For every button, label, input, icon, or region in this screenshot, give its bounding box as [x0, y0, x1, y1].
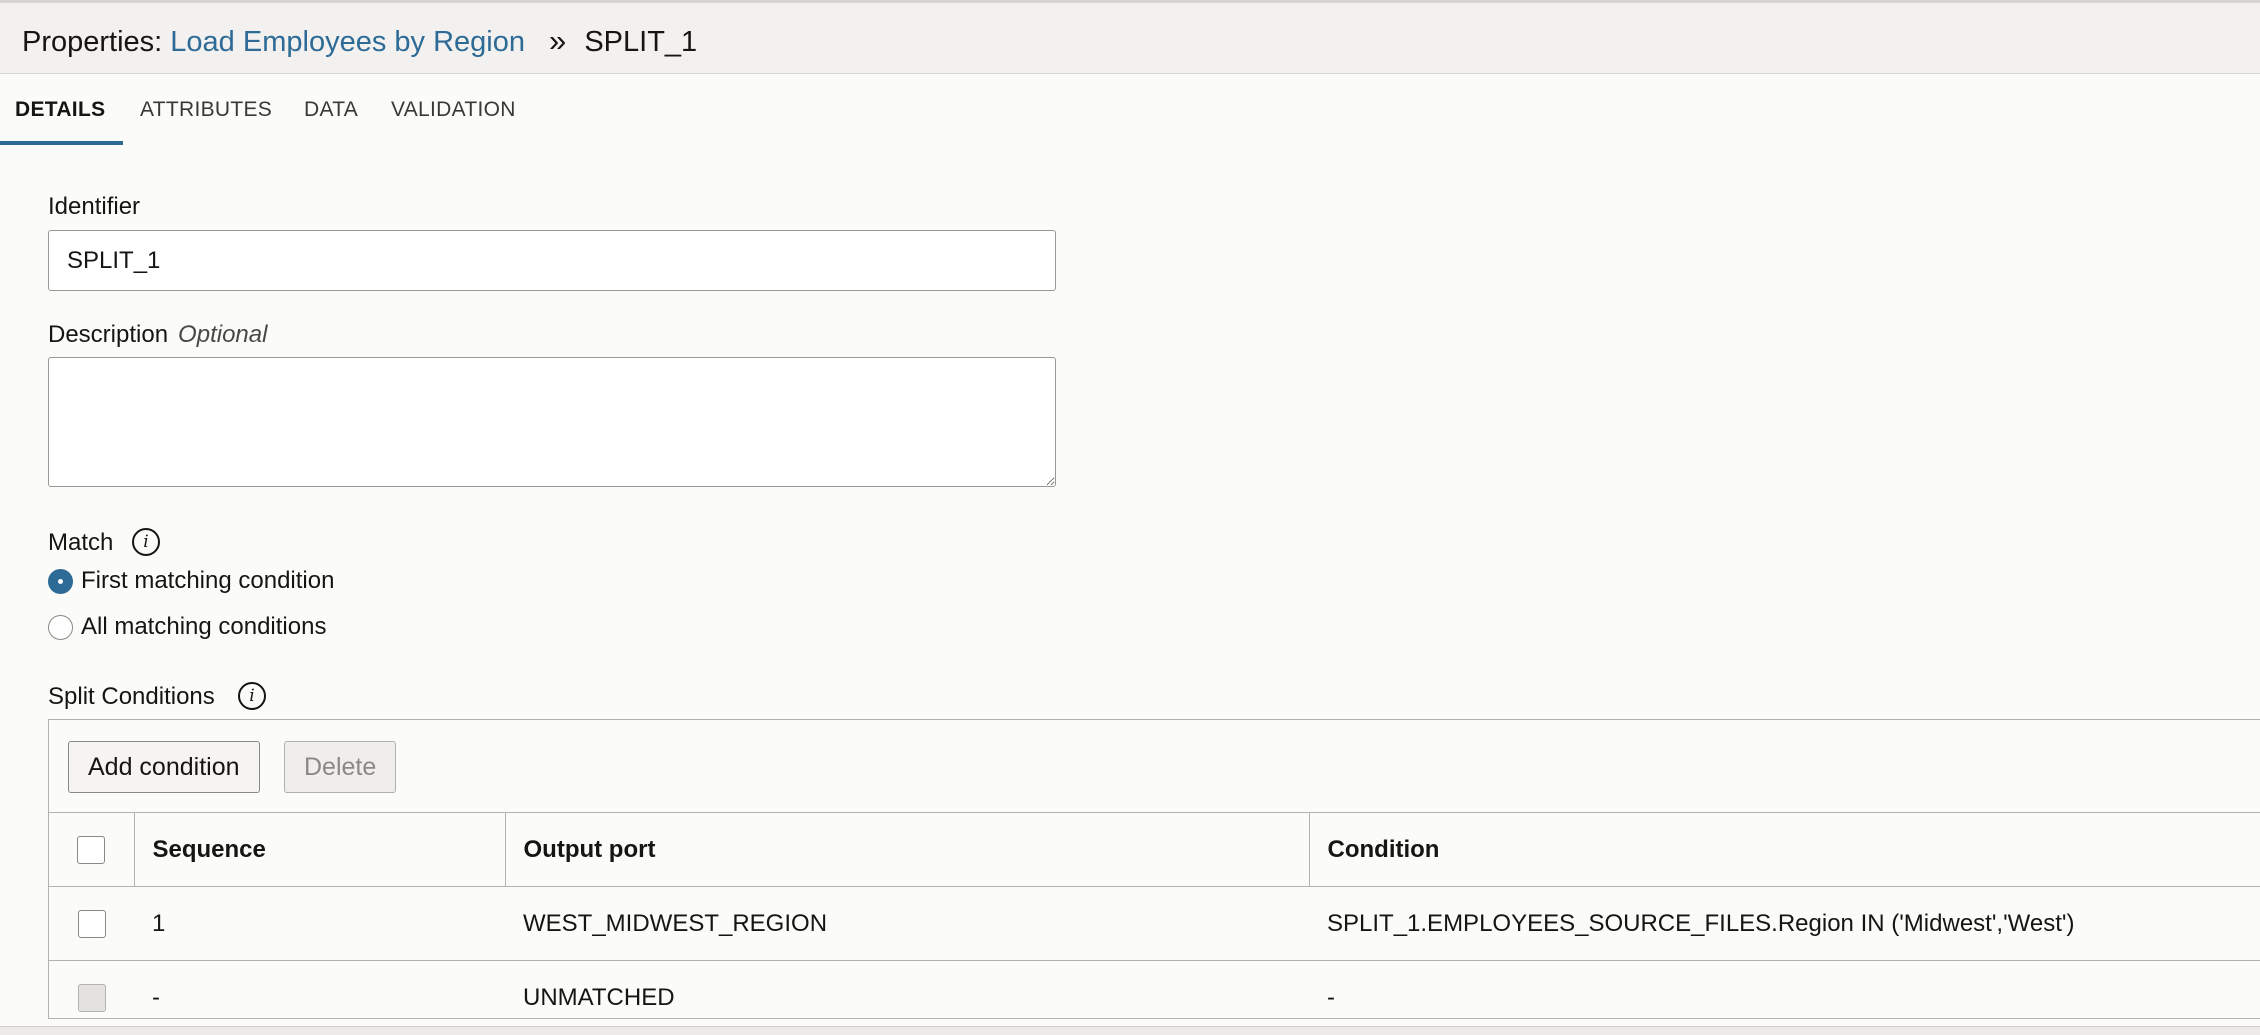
row-select-cell — [49, 886, 134, 961]
description-optional-hint: Optional — [178, 321, 268, 348]
description-label-text: Description — [48, 321, 169, 348]
sequence-cell: - — [134, 960, 505, 1018]
split-conditions-panel: Add condition Delete Sequence Output por… — [48, 719, 2260, 1019]
tab-data[interactable]: DATA — [304, 98, 358, 122]
identifier-input[interactable] — [48, 230, 1056, 291]
description-label: Description Optional — [48, 321, 267, 349]
table-row[interactable]: - UNMATCHED - — [49, 960, 2260, 1018]
delete-button[interactable]: Delete — [284, 741, 397, 793]
breadcrumb-prefix: Properties: — [22, 26, 163, 58]
radio-first-matching[interactable]: First matching condition — [48, 567, 334, 595]
radio-first-matching-label: First matching condition — [81, 567, 335, 594]
radio-all-matching[interactable]: All matching conditions — [48, 613, 326, 641]
split-conditions-info-icon[interactable]: i — [238, 682, 266, 710]
tab-bar: DETAILS ATTRIBUTES DATA VALIDATION — [0, 74, 2260, 146]
row-checkbox — [77, 983, 106, 1012]
add-condition-button[interactable]: Add condition — [68, 741, 260, 793]
select-all-cell — [49, 812, 135, 887]
output-port-cell: WEST_MIDWEST_REGION — [505, 886, 1309, 961]
breadcrumb-separator-icon: » — [549, 23, 567, 58]
row-select-cell — [49, 960, 134, 1018]
tab-details[interactable]: DETAILS — [15, 98, 105, 122]
select-all-checkbox[interactable] — [77, 835, 106, 864]
match-info-icon[interactable]: i — [132, 528, 160, 556]
output-port-cell: UNMATCHED — [505, 960, 1309, 1018]
radio-all-matching-control[interactable] — [48, 614, 73, 640]
active-tab-indicator — [0, 141, 123, 145]
description-textarea[interactable] — [48, 357, 1056, 487]
match-label: Match — [48, 529, 114, 556]
split-conditions-label: Split Conditions — [48, 683, 215, 710]
split-conditions-table: Sequence Output port Condition 1 WEST_MI… — [49, 812, 2260, 1018]
sequence-cell: 1 — [134, 886, 505, 961]
condition-cell: SPLIT_1.EMPLOYEES_SOURCE_FILES.Region IN… — [1309, 886, 2260, 961]
row-checkbox[interactable] — [77, 909, 106, 938]
identifier-label: Identifier — [48, 193, 141, 220]
breadcrumb-link-pipeline[interactable]: Load Employees by Region — [170, 26, 525, 58]
properties-header: Properties: Load Employees by Region » S… — [0, 0, 2260, 74]
tab-validation[interactable]: VALIDATION — [391, 98, 516, 122]
radio-first-matching-control[interactable] — [48, 568, 73, 594]
column-header-sequence[interactable]: Sequence — [134, 812, 506, 887]
table-row[interactable]: 1 WEST_MIDWEST_REGION SPLIT_1.EMPLOYEES_… — [49, 886, 2260, 961]
column-header-output-port[interactable]: Output port — [505, 812, 1310, 887]
breadcrumb-current: SPLIT_1 — [584, 26, 698, 58]
radio-all-matching-label: All matching conditions — [81, 613, 327, 640]
tab-attributes[interactable]: ATTRIBUTES — [140, 98, 272, 122]
column-header-condition[interactable]: Condition — [1309, 812, 2260, 887]
table-header-row: Sequence Output port Condition — [49, 812, 2260, 887]
condition-cell: - — [1309, 960, 2260, 1018]
breadcrumb: Properties: Load Employees by Region » S… — [22, 23, 697, 60]
